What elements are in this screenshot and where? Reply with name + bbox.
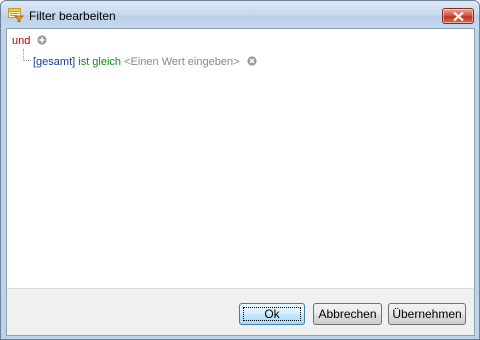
tree-connector xyxy=(23,49,31,61)
add-circle-icon[interactable] xyxy=(37,35,48,45)
condition-field[interactable]: [gesamt] xyxy=(33,56,75,68)
cancel-button[interactable]: Abbrechen xyxy=(313,303,382,325)
dialog-client-area: und [gesamt] ist gleich <Einen Wert eing… xyxy=(6,28,475,336)
window-title: Filter bearbeiten xyxy=(29,9,116,23)
title-bar[interactable]: Filter bearbeiten xyxy=(1,1,479,29)
condition-value[interactable]: <Einen Wert eingeben> xyxy=(124,56,239,68)
filter-dialog: Filter bearbeiten und [gesamt] ist gleic… xyxy=(0,0,480,340)
apply-button[interactable]: Übernehmen xyxy=(388,303,466,325)
close-button[interactable] xyxy=(442,8,474,24)
root-operator[interactable]: und xyxy=(12,35,30,47)
condition-row: [gesamt] ist gleich <Einen Wert eingeben… xyxy=(33,56,257,68)
close-icon xyxy=(453,12,464,21)
filter-edit-icon xyxy=(8,8,24,22)
condition-operator[interactable]: ist gleich xyxy=(78,56,121,68)
filter-editor[interactable]: und [gesamt] ist gleich <Einen Wert eing… xyxy=(7,29,474,289)
filter-root-row: und xyxy=(12,35,48,47)
ok-button[interactable]: Ok xyxy=(239,303,305,325)
remove-circle-icon[interactable] xyxy=(246,56,257,66)
